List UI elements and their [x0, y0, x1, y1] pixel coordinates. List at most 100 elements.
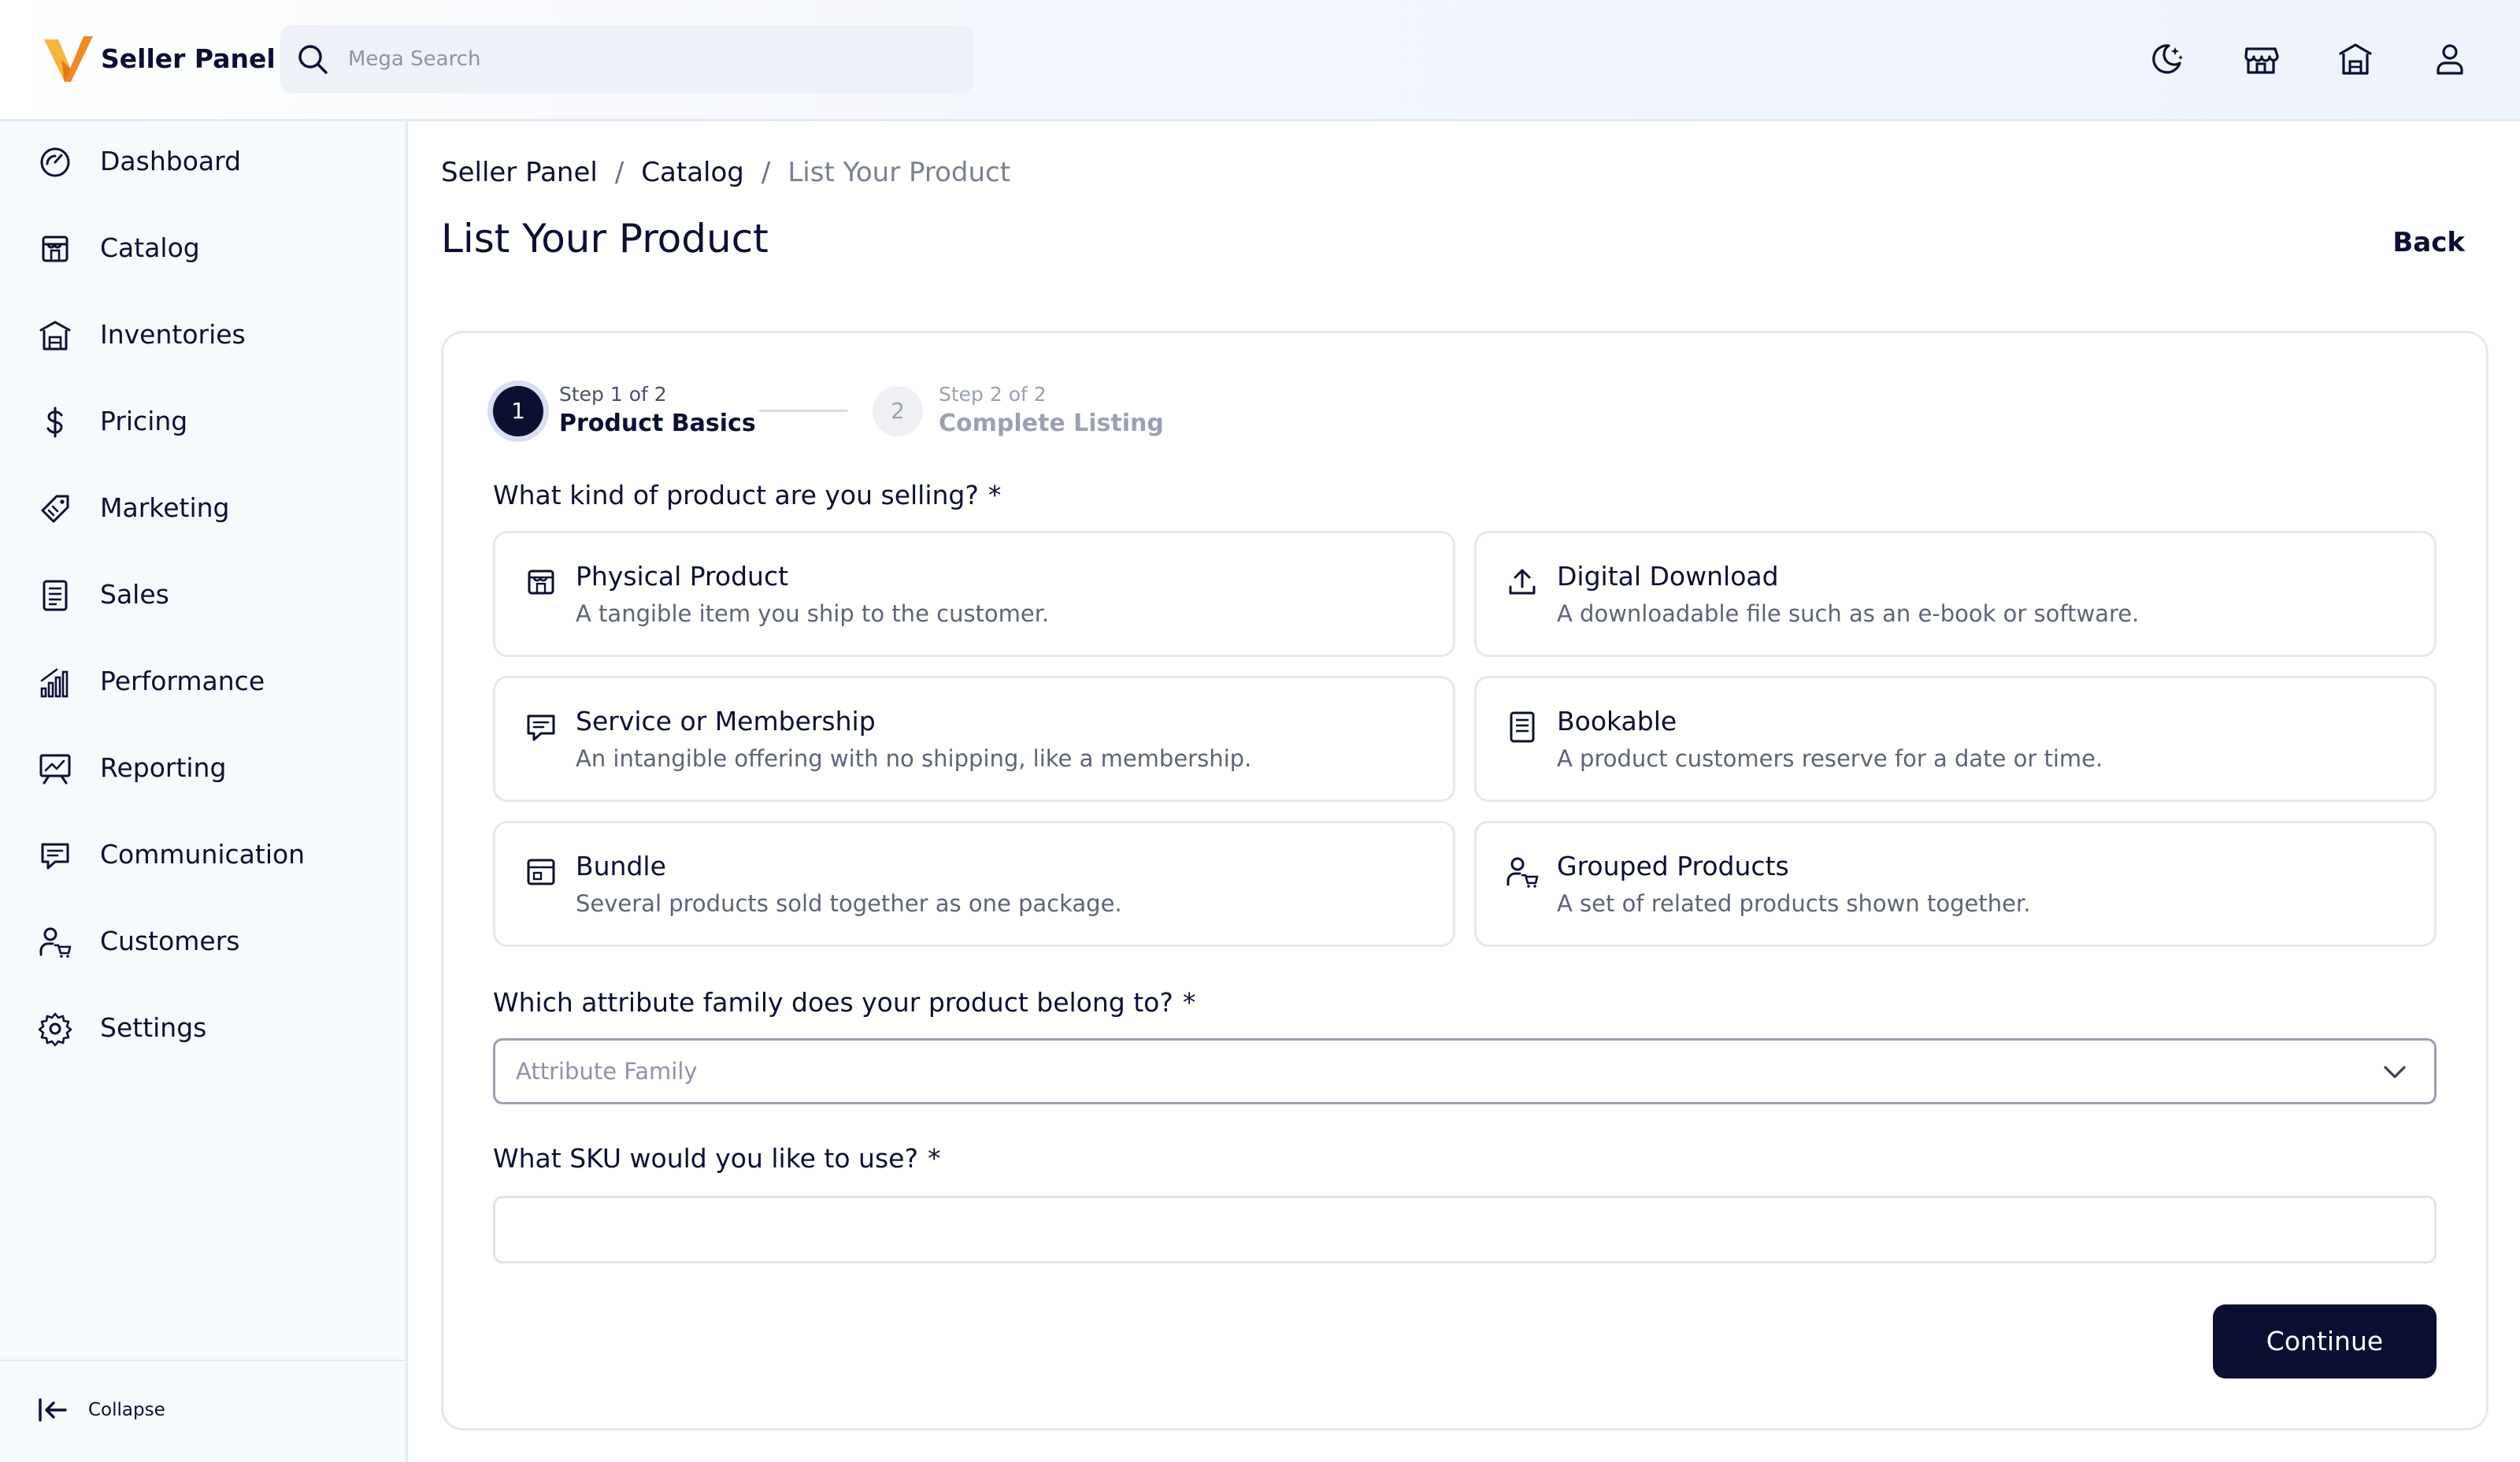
breadcrumb-current: List Your Product: [788, 157, 1011, 188]
storefront-icon: [42, 236, 69, 262]
search-input[interactable]: [348, 25, 954, 93]
sidebar-item-label: Dashboard: [100, 146, 242, 176]
step-2-title: Complete Listing: [939, 410, 1164, 437]
sidebar-item-sales[interactable]: Sales: [0, 555, 406, 633]
sidebar-item-label: Performance: [100, 666, 265, 696]
sidebar-item-label: Reporting: [100, 752, 227, 783]
continue-button[interactable]: Continue: [2213, 1304, 2437, 1379]
option-physical-product[interactable]: Physical Product A tangible item you shi…: [493, 531, 1455, 657]
top-bar: Seller Panel: [0, 0, 2520, 121]
user-icon[interactable]: [2430, 39, 2470, 79]
window-icon: [527, 859, 555, 885]
option-title: Physical Product: [576, 561, 789, 592]
option-bundle[interactable]: Bundle Several products sold together as…: [493, 821, 1455, 947]
question-text: Which attribute family does your product…: [493, 987, 1173, 1018]
sidebar: Dashboard Catalog Inventories Pricing Ma…: [0, 121, 408, 1462]
stepper-connector: [759, 410, 847, 412]
attribute-family-question: Which attribute family does your product…: [493, 983, 1195, 1022]
required-mark: *: [927, 1143, 941, 1174]
sidebar-item-performance[interactable]: Performance: [0, 641, 406, 720]
breadcrumb: Seller Panel / Catalog / List Your Product: [441, 151, 1010, 194]
breadcrumb-catalog[interactable]: Catalog: [641, 157, 744, 188]
building-icon: [39, 321, 71, 351]
option-description: Several products sold together as one pa…: [576, 890, 1122, 917]
step-1-caption: Step 1 of 2: [559, 383, 667, 406]
sidebar-item-label: Customers: [100, 926, 240, 956]
sidebar-item-marketing[interactable]: Marketing: [0, 468, 406, 547]
step-1-title: Product Basics: [559, 410, 756, 437]
sidebar-item-settings[interactable]: Settings: [0, 988, 406, 1067]
moon-stars-icon[interactable]: [2147, 39, 2186, 79]
attribute-family-select[interactable]: Attribute Family: [493, 1038, 2437, 1104]
collapse-left-icon: [39, 1398, 67, 1422]
option-service-membership[interactable]: Service or Membership An intangible offe…: [493, 676, 1455, 802]
product-type-question: What kind of product are you selling? *: [493, 476, 1001, 515]
sidebar-divider: [0, 1360, 406, 1361]
step-2-caption: Step 2 of 2: [939, 383, 1047, 406]
receipt-icon: [43, 580, 68, 611]
dollar-icon: [46, 406, 63, 438]
sku-question: What SKU would you like to use? *: [493, 1139, 940, 1178]
option-digital-download[interactable]: Digital Download A downloadable file suc…: [1474, 531, 2437, 657]
sidebar-item-inventories[interactable]: Inventories: [0, 295, 406, 373]
sku-input[interactable]: [493, 1196, 2437, 1263]
required-mark: *: [988, 480, 1002, 510]
required-mark: *: [1182, 987, 1196, 1018]
option-description: A downloadable file such as an e-book or…: [1557, 600, 2140, 627]
sidebar-item-label: Sales: [100, 579, 169, 610]
sidebar-item-customers[interactable]: Customers: [0, 901, 406, 980]
collapse-button[interactable]: Collapse: [0, 1367, 406, 1454]
sidebar-item-label: Catalog: [100, 232, 200, 263]
collapse-label: Collapse: [88, 1400, 165, 1420]
breadcrumb-seller-panel[interactable]: Seller Panel: [441, 157, 598, 188]
chat-icon: [41, 843, 69, 870]
chevron-down-icon: [2384, 1066, 2406, 1078]
search-bar[interactable]: [280, 25, 973, 93]
sidebar-item-dashboard[interactable]: Dashboard: [0, 121, 406, 200]
sidebar-item-label: Communication: [100, 839, 306, 870]
sidebar-item-catalog[interactable]: Catalog: [0, 208, 406, 287]
breadcrumb-separator: /: [614, 157, 624, 188]
question-text: What kind of product are you selling?: [493, 480, 979, 510]
building-icon[interactable]: [2336, 39, 2375, 79]
option-description: A set of related products shown together…: [1557, 890, 2031, 917]
search-icon: [298, 45, 328, 74]
customer-cart-icon: [1506, 857, 1539, 888]
step-2-indicator: 2: [873, 386, 923, 436]
option-grouped-products[interactable]: Grouped Products A set of related produc…: [1474, 821, 2437, 947]
tag-icon: [41, 495, 69, 523]
option-title: Service or Membership: [576, 706, 876, 737]
customer-cart-icon: [39, 927, 72, 958]
select-placeholder: Attribute Family: [516, 1058, 698, 1085]
chat-icon: [527, 714, 555, 741]
option-description: A tangible item you ship to the customer…: [576, 600, 1050, 627]
option-title: Grouped Products: [1557, 851, 1789, 881]
document-icon: [1510, 711, 1535, 743]
sidebar-item-label: Pricing: [100, 406, 188, 436]
gear-icon: [38, 1012, 72, 1046]
sidebar-item-communication[interactable]: Communication: [0, 814, 406, 893]
page-title: List Your Product: [441, 216, 769, 262]
sidebar-item-pricing[interactable]: Pricing: [0, 381, 406, 460]
breadcrumb-separator: /: [761, 157, 771, 188]
presentation-chart-icon: [39, 754, 71, 785]
storefront-icon[interactable]: [2241, 39, 2281, 79]
option-title: Bookable: [1557, 706, 1677, 737]
option-title: Digital Download: [1557, 561, 1779, 592]
option-bookable[interactable]: Bookable A product customers reserve for…: [1474, 676, 2437, 802]
option-description: An intangible offering with no shipping,…: [576, 745, 1252, 772]
sidebar-item-label: Settings: [100, 1012, 207, 1043]
logo-icon[interactable]: [43, 33, 94, 85]
option-title: Bundle: [576, 851, 666, 881]
brand-name[interactable]: Seller Panel: [101, 39, 276, 79]
box-icon: [528, 570, 554, 595]
gauge-icon: [40, 147, 70, 177]
option-description: A product customers reserve for a date o…: [1557, 745, 2103, 772]
step-1-indicator: 1: [493, 386, 543, 436]
back-button[interactable]: Back: [2386, 221, 2465, 265]
question-text: What SKU would you like to use?: [493, 1143, 918, 1174]
upload-icon: [1509, 569, 1536, 595]
sidebar-item-reporting[interactable]: Reporting: [0, 728, 406, 807]
sidebar-item-label: Marketing: [100, 492, 230, 523]
signal-bars-icon: [40, 668, 69, 698]
